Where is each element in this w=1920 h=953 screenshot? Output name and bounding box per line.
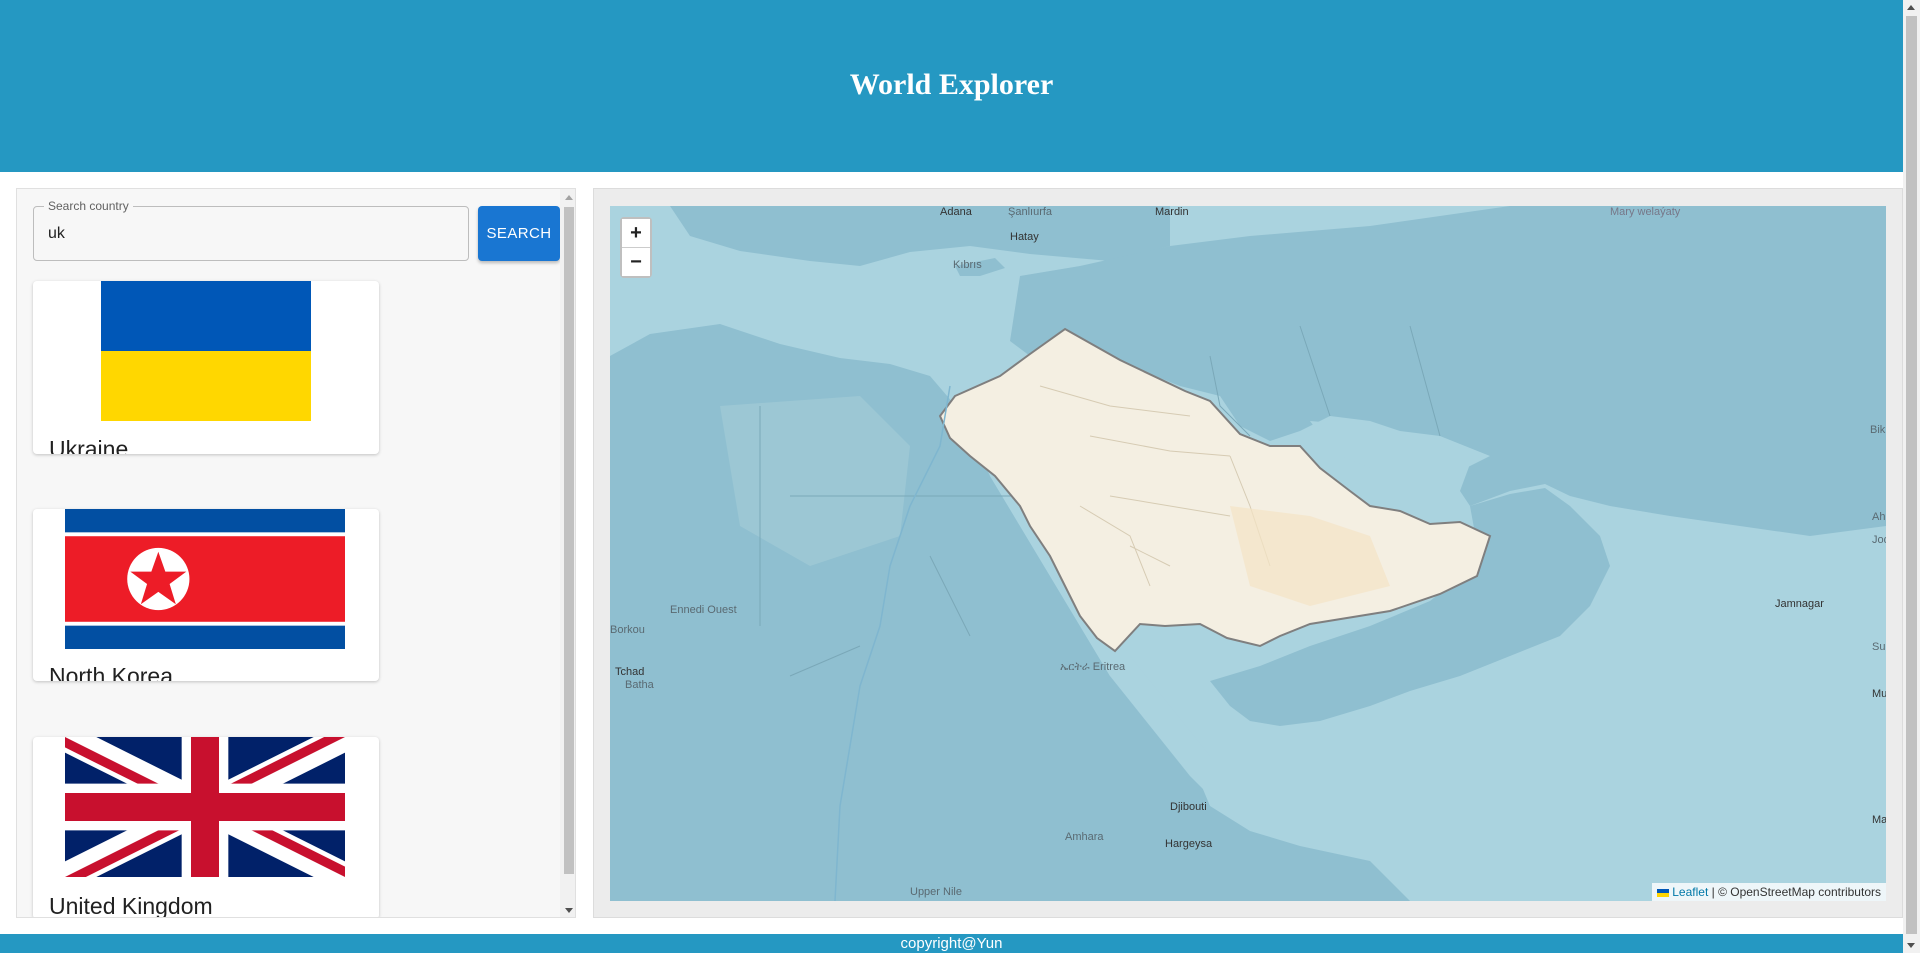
search-button[interactable]: SEARCH	[478, 206, 560, 261]
map-label: Kıbrıs	[953, 259, 982, 271]
window-scrollbar[interactable]	[1903, 0, 1920, 953]
map-label: Amhara	[1065, 831, 1104, 843]
map-panel: Adana Mardin Şanlıurfa Hatay Kıbrıs Mary…	[593, 188, 1903, 918]
map-label: Hatay	[1010, 231, 1039, 243]
zoom-out-button[interactable]: −	[622, 248, 650, 276]
scrollbar-thumb[interactable]	[564, 207, 574, 874]
country-card-north-korea[interactable]: North Korea	[33, 509, 379, 681]
united-kingdom-flag	[65, 737, 345, 877]
map-label: Ahmeda	[1872, 511, 1886, 523]
map-label: Borkou	[610, 624, 645, 636]
map-label: Adana	[940, 206, 972, 218]
map-label: Jamnagar	[1775, 598, 1824, 610]
map-label: Şanlıurfa	[1008, 206, 1053, 218]
scroll-up-icon[interactable]	[1907, 5, 1915, 10]
country-card-ukraine[interactable]: Ukraine	[33, 281, 379, 454]
scroll-down-icon[interactable]	[1907, 943, 1915, 948]
scrollbar-thumb[interactable]	[1906, 16, 1917, 934]
map-label: Man	[1872, 814, 1886, 826]
search-field-label: Search country	[44, 199, 133, 213]
map-label: Jodh	[1872, 534, 1886, 546]
results-scrollbar[interactable]	[560, 189, 575, 917]
map-label: Mardin	[1155, 206, 1189, 218]
search-field[interactable]: Search country	[33, 199, 469, 261]
map-label: ኤርትራ Eritrea	[1060, 661, 1126, 673]
page-footer: copyright@Yun	[0, 934, 1903, 953]
north-korea-flag	[65, 509, 345, 649]
search-panel[interactable]: Search country SEARCH Ukraine North Kore…	[16, 188, 576, 918]
search-input[interactable]	[48, 223, 448, 245]
map[interactable]: Adana Mardin Şanlıurfa Hatay Kıbrıs Mary…	[610, 206, 1886, 901]
scroll-down-icon[interactable]	[565, 908, 573, 913]
attribution-text: | © OpenStreetMap contributors	[1708, 885, 1881, 899]
app-header: World Explorer	[0, 0, 1903, 172]
country-name: United Kingdom	[49, 893, 213, 918]
map-label: Tchad	[615, 666, 645, 678]
map-label: Muri	[1872, 688, 1886, 700]
map-label: Hargeysa	[1165, 838, 1213, 850]
country-name: North Korea	[49, 663, 174, 681]
map-attribution: Leaflet | © OpenStreetMap contributors	[1652, 883, 1886, 901]
map-label: Bik	[1870, 424, 1886, 436]
page: World Explorer Search country SEARCH Ukr…	[0, 0, 1920, 953]
ukraine-flag-icon	[1657, 888, 1670, 897]
zoom-control: + −	[620, 217, 652, 278]
map-label: Djibouti	[1170, 801, 1207, 813]
map-label: Upper Nile	[910, 886, 962, 898]
zoom-in-button[interactable]: +	[622, 219, 650, 247]
country-card-united-kingdom[interactable]: United Kingdom	[33, 737, 379, 918]
scroll-up-icon[interactable]	[565, 195, 573, 200]
map-label: Ennedi Ouest	[670, 604, 737, 616]
country-name: Ukraine	[49, 436, 129, 454]
ukraine-flag	[101, 281, 311, 421]
footer-text: copyright@Yun	[900, 935, 1003, 952]
map-label: Mary welaýaty	[1610, 206, 1681, 218]
page-title: World Explorer	[849, 68, 1054, 101]
map-label: Batha	[625, 679, 654, 691]
leaflet-link[interactable]: Leaflet	[1672, 885, 1708, 899]
map-tiles	[610, 206, 1886, 901]
map-label: Sur	[1872, 641, 1886, 653]
